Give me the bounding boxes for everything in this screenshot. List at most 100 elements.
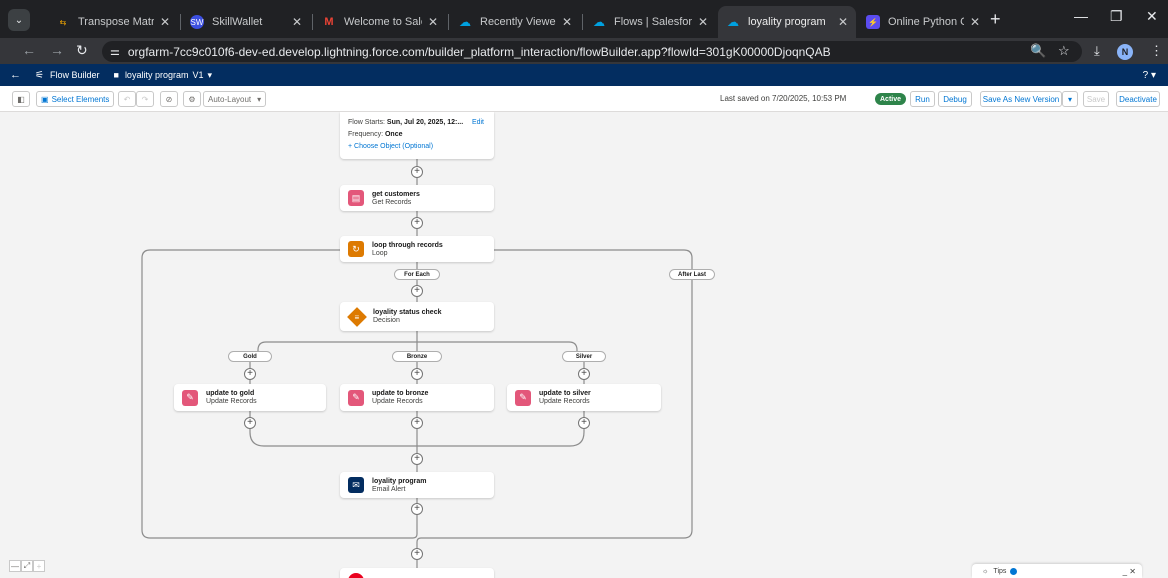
node-label: update to gold	[206, 390, 255, 397]
email-alert-node[interactable]: ✉ loyality program Email Alert	[340, 472, 494, 498]
back-icon[interactable]: ←	[10, 69, 21, 81]
restore-window-icon[interactable]: ❐	[1110, 8, 1123, 25]
tab-search-button[interactable]: ⌄	[8, 9, 30, 31]
zoom-in-icon[interactable]: +	[33, 560, 45, 572]
add-element-button[interactable]: +	[244, 368, 256, 380]
update-records-icon: ✎	[515, 389, 531, 406]
update-to-bronze-node[interactable]: ✎ update to bronze Update Records	[340, 384, 494, 411]
auto-layout-dropdown[interactable]: Auto-Layout ▾	[203, 91, 267, 107]
help-button[interactable]: ? ▾	[1143, 70, 1156, 81]
add-element-button[interactable]: +	[411, 503, 423, 515]
zoom-out-icon[interactable]: —	[9, 560, 21, 572]
auto-layout-label: Auto-Layout	[208, 94, 252, 104]
bookmark-star-icon[interactable]: ☆	[1058, 43, 1070, 59]
zoom-icon[interactable]: 🔍	[1030, 43, 1046, 59]
envelope-icon: ✉	[348, 477, 364, 493]
save-label: Save	[1086, 94, 1106, 104]
close-tips-icon[interactable]: _ ✕	[1123, 567, 1136, 576]
help-icon: ?	[1142, 69, 1149, 81]
profile-avatar[interactable]: N	[1117, 44, 1133, 60]
browser-tab-recently-viewed[interactable]: ☁ Recently Viewed | ✕	[450, 6, 580, 38]
url-text[interactable]: orgfarm-7cc9c010f6-dev-ed.develop.lightn…	[128, 45, 831, 59]
get-customers-node[interactable]: ▤ get customers Get Records	[340, 185, 494, 211]
start-node[interactable]: Flow Starts: Sun, Jul 20, 2025, 12:... E…	[340, 112, 494, 159]
reload-icon[interactable]: ↻	[76, 42, 88, 59]
close-tab-icon[interactable]: ✕	[562, 15, 572, 29]
loop-node[interactable]: ↻ loop through records Loop	[340, 236, 494, 262]
tips-panel[interactable]: ☼ Tips _ ✕	[972, 564, 1142, 578]
tab-label: loyality program	[748, 16, 826, 28]
save-button[interactable]: Save	[1083, 91, 1109, 107]
browser-tab-skillwallet[interactable]: SW SkillWallet ✕	[182, 6, 310, 38]
browser-tab-online-python[interactable]: ⚡ Online Python Co ✕	[858, 6, 988, 38]
debug-button[interactable]: Debug	[938, 91, 972, 107]
browser-tab-flows-salesforce[interactable]: ☁ Flows | Salesforce ✕	[584, 6, 716, 38]
browser-tab-loyality-program[interactable]: ☁ loyality program ✕	[718, 6, 856, 38]
get-records-icon: ▤	[348, 190, 364, 206]
tab-separator	[448, 14, 449, 30]
add-element-button[interactable]: +	[411, 453, 423, 465]
end-node[interactable]	[340, 568, 494, 578]
decision-node[interactable]: ≡ loyality status check Decision	[340, 302, 494, 331]
zoom-controls: — ⤢ +	[9, 560, 45, 572]
connector-lines	[141, 159, 693, 578]
close-tab-icon[interactable]: ✕	[698, 15, 708, 29]
tab-label: Recently Viewed |	[480, 16, 556, 28]
add-element-button[interactable]: +	[411, 217, 423, 229]
flow-document-icon: ■	[113, 70, 119, 80]
update-to-gold-node[interactable]: ✎ update to gold Update Records	[174, 384, 326, 411]
flow-starts-value: Sun, Jul 20, 2025, 12:...	[386, 119, 464, 126]
add-element-button[interactable]: +	[411, 417, 423, 429]
salesforce-cloud-icon: ☁	[459, 15, 471, 29]
add-element-button[interactable]: +	[244, 417, 256, 429]
update-records-icon: ✎	[348, 389, 364, 406]
close-window-icon[interactable]: ✕	[1146, 8, 1158, 25]
close-tab-icon[interactable]: ✕	[428, 15, 438, 29]
choose-object-link[interactable]: + Choose Object (Optional)	[348, 143, 494, 150]
back-arrow-icon[interactable]: ←	[22, 42, 36, 58]
close-tab-icon[interactable]: ✕	[160, 15, 170, 29]
select-elements-button[interactable]: ▣ Select Elements	[36, 91, 115, 107]
forward-arrow-icon[interactable]: →	[50, 42, 64, 58]
save-as-new-version-button[interactable]: Save As New Version	[980, 91, 1062, 107]
browser-menu-icon[interactable]: ⋮	[1150, 43, 1163, 59]
tab-separator	[312, 14, 313, 30]
minimize-window-icon[interactable]: —	[1074, 8, 1088, 24]
run-state-button[interactable]: ⊘	[160, 91, 178, 107]
node-type: Update Records	[372, 398, 423, 405]
downloads-icon[interactable]: ⤓	[1094, 43, 1100, 59]
run-button[interactable]: Run	[910, 91, 935, 107]
add-element-button[interactable]: +	[578, 368, 590, 380]
status-badge: Active	[875, 93, 907, 105]
gmail-favicon-icon: M	[324, 16, 334, 28]
close-tab-icon[interactable]: ✕	[970, 15, 980, 29]
fit-view-icon[interactable]: ⤢	[21, 560, 33, 572]
add-element-button[interactable]: +	[411, 166, 423, 178]
flow-canvas[interactable]: Flow Starts: Sun, Jul 20, 2025, 12:... E…	[0, 112, 1168, 578]
address-bar[interactable]: ⚌ orgfarm-7cc9c010f6-dev-ed.develop.ligh…	[102, 41, 1082, 62]
browser-tab-welcome-salesforce[interactable]: M Welcome to Salesf ✕	[314, 6, 446, 38]
edit-start-link[interactable]: Edit	[472, 119, 484, 126]
save-options-dropdown[interactable]: ▾	[1062, 91, 1078, 107]
deactivate-label: Deactivate	[1119, 94, 1157, 104]
redo-button[interactable]: ↷	[136, 91, 154, 107]
add-element-button[interactable]: +	[411, 285, 423, 297]
version-dropdown-icon[interactable]: ▾	[207, 70, 212, 81]
browser-tab-transpose-matrix[interactable]: ⇆ Transpose Matrix ✕	[48, 6, 178, 38]
site-info-icon[interactable]: ⚌	[110, 45, 120, 58]
last-saved-text: Last saved on 7/20/2025, 10:53 PM	[720, 94, 847, 103]
close-tab-icon[interactable]: ✕	[292, 15, 302, 29]
update-to-silver-node[interactable]: ✎ update to silver Update Records	[507, 384, 661, 411]
add-element-button[interactable]: +	[411, 368, 423, 380]
toggle-toolbox-button[interactable]: ◧	[12, 91, 30, 107]
undo-button[interactable]: ↶	[118, 91, 136, 107]
settings-button[interactable]: ⚙	[183, 91, 201, 107]
add-element-button[interactable]: +	[578, 417, 590, 429]
deactivate-button[interactable]: Deactivate	[1116, 91, 1160, 107]
add-element-button[interactable]: +	[411, 548, 423, 560]
new-tab-button[interactable]: +	[990, 9, 1001, 30]
close-tab-icon[interactable]: ✕	[838, 15, 848, 29]
tab-label: Online Python Co	[888, 16, 964, 28]
salesforce-cloud-icon: ☁	[593, 15, 605, 29]
add-icon: +	[348, 143, 353, 150]
